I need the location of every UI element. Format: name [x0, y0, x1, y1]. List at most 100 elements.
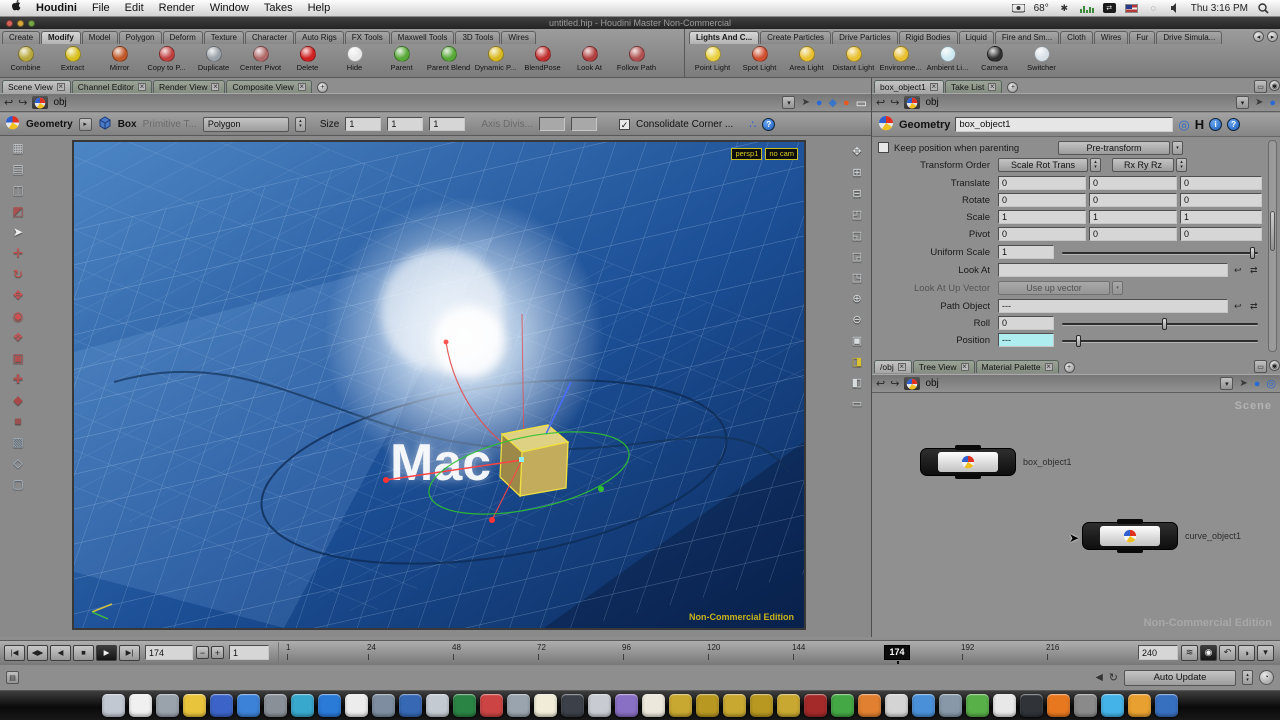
dock-app-icon[interactable] — [318, 694, 341, 717]
viewport-display-icon[interactable]: ⊕ — [848, 289, 866, 308]
shelf-tab[interactable]: Texture — [204, 31, 244, 44]
viewport-tool-icon[interactable]: ◆ — [6, 390, 30, 410]
dock-app-icon[interactable] — [885, 694, 908, 717]
pivot-x-field[interactable]: 0 — [998, 227, 1086, 241]
window-titlebar[interactable]: untitled.hip - Houdini Master Non-Commer… — [0, 17, 1280, 29]
node-body[interactable] — [1100, 526, 1160, 546]
pane-tab[interactable]: Material Palette × — [976, 360, 1059, 373]
translate-y-field[interactable]: 0 — [1089, 176, 1177, 190]
path-text[interactable]: obj — [925, 97, 938, 108]
shelf-tool[interactable]: Combine — [2, 44, 49, 72]
dock-app-icon[interactable] — [939, 694, 962, 717]
dock-app-icon[interactable] — [1128, 694, 1151, 717]
viewport-display-icon[interactable]: ▭ — [848, 394, 866, 413]
path-menu-button[interactable]: ▾ — [782, 96, 795, 109]
rotate-x-field[interactable]: 0 — [998, 193, 1086, 207]
pane-tab[interactable]: Channel Editor × — [72, 80, 152, 93]
frame-step-field[interactable]: 1 — [229, 645, 269, 660]
zoom-window-button[interactable] — [28, 20, 35, 27]
shelf-tool[interactable]: Delete — [284, 44, 331, 72]
viewport-display-icon[interactable]: ✥ — [848, 142, 866, 161]
shelf-tool[interactable]: Center Pivot — [237, 44, 284, 72]
shelf-tab[interactable]: Maxwell Tools — [391, 31, 455, 44]
node-input-connector[interactable] — [955, 445, 981, 450]
dock-app-icon[interactable] — [453, 694, 476, 717]
viewport-display-icon[interactable]: ⊖ — [848, 310, 866, 329]
dock-app-icon[interactable] — [642, 694, 665, 717]
position-field[interactable]: --- — [998, 333, 1054, 347]
viewport-tool-icon[interactable]: ▢ — [6, 474, 30, 494]
dock-app-icon[interactable] — [777, 694, 800, 717]
shelf-tool[interactable]: Point Light — [689, 44, 736, 72]
path-menu-button[interactable]: ▾ — [1236, 96, 1249, 109]
shelf-tool[interactable]: Area Light — [783, 44, 830, 72]
viewport-tool-icon[interactable]: ✛ — [6, 243, 30, 263]
pointer-mode-icon[interactable]: ● — [816, 97, 823, 109]
pre-transform-dropdown[interactable]: Pre-transform — [1058, 141, 1170, 155]
select-node-icon[interactable]: ◎ — [1178, 117, 1189, 133]
no-cam-badge[interactable]: no cam — [765, 148, 798, 160]
rotate-z-field[interactable]: 0 — [1180, 193, 1262, 207]
close-tab-icon[interactable]: × — [961, 363, 969, 371]
close-tab-icon[interactable]: × — [57, 83, 65, 91]
uniform-scale-field[interactable]: 1 — [998, 245, 1054, 259]
shelf-tool[interactable]: Look At — [566, 44, 613, 72]
transport-button[interactable]: ▶| — [119, 645, 140, 661]
dock-app-icon[interactable] — [1155, 694, 1178, 717]
context-menu-button[interactable]: ▸ — [79, 118, 92, 131]
shelf-tool[interactable]: Ambient Li... — [924, 44, 971, 72]
node-body[interactable] — [938, 452, 998, 472]
shelf-tab[interactable]: Lights And C... — [689, 31, 759, 44]
shelf-tool[interactable]: Follow Path — [613, 44, 660, 72]
dock-app-icon[interactable] — [372, 694, 395, 717]
pane-tab[interactable]: /obj × — [874, 360, 912, 373]
menu-houdini[interactable]: Houdini — [36, 2, 77, 14]
param-scrollbar[interactable] — [1268, 140, 1277, 352]
dock-app-icon[interactable] — [399, 694, 422, 717]
pane-tab[interactable]: box_object1 × — [874, 80, 944, 93]
viewport-tool-icon[interactable]: ▤ — [6, 159, 30, 179]
frame-increment-button[interactable]: + — [211, 646, 224, 659]
shelf-tab[interactable]: Auto Rigs — [295, 31, 344, 44]
viewport-scene[interactable]: Mac Mac — [74, 142, 804, 628]
shelf-tool[interactable]: Switcher — [1018, 44, 1065, 72]
pointer-mode-icon[interactable]: ● — [1269, 97, 1276, 109]
clock-text[interactable]: Thu 3:16 PM — [1191, 3, 1248, 14]
frame-decrement-button[interactable]: − — [196, 646, 209, 659]
size-y-field[interactable]: 1 — [387, 117, 423, 131]
node-name-label[interactable]: box_object1 — [1023, 457, 1072, 467]
shelf-scroll-right-button[interactable]: ▸ — [1267, 31, 1278, 42]
help-icon[interactable]: ? — [1227, 118, 1240, 131]
shelf-tab[interactable]: Rigid Bodies — [899, 31, 958, 44]
node-output-connector[interactable] — [955, 474, 981, 479]
playbar-option-button[interactable]: ↶ — [1219, 645, 1236, 661]
viewport-display-icon[interactable]: ◳ — [848, 268, 866, 287]
dock-app-icon[interactable] — [750, 694, 773, 717]
close-tab-icon[interactable]: × — [898, 363, 906, 371]
viewport-display-icon[interactable]: ◱ — [848, 226, 866, 245]
display-icon[interactable] — [1012, 2, 1025, 14]
shelf-tool[interactable]: Dynamic P... — [472, 44, 519, 72]
shelf-tab[interactable]: 3D Tools — [455, 31, 500, 44]
memory-gauge-icon[interactable]: ◔ — [1259, 670, 1274, 685]
battery-icon[interactable]: ◌ — [1147, 2, 1160, 14]
dock-app-icon[interactable] — [480, 694, 503, 717]
pane-menu-button[interactable]: ◉ — [1269, 360, 1280, 371]
scale-x-field[interactable]: 1 — [998, 210, 1086, 224]
shelf-tab[interactable]: Wires — [501, 31, 535, 44]
close-tab-icon[interactable]: × — [1045, 363, 1053, 371]
pin-icon[interactable]: ➤ — [1239, 378, 1247, 389]
pane-tab[interactable]: Render View × — [153, 80, 226, 93]
shelf-tool[interactable]: Duplicate — [190, 44, 237, 72]
pin-icon[interactable]: ➤ — [801, 97, 809, 108]
pivot-y-field[interactable]: 0 — [1089, 227, 1177, 241]
dock-app-icon[interactable] — [534, 694, 557, 717]
shelf-tab[interactable]: Liquid — [959, 31, 994, 44]
shelf-scroll-left-button[interactable]: ◂ — [1253, 31, 1264, 42]
pane-tab[interactable]: Take List × — [945, 80, 1003, 93]
new-pane-tab-button[interactable]: + — [1007, 82, 1018, 93]
temperature-text[interactable]: 68° — [1034, 3, 1049, 14]
path-text[interactable]: obj — [53, 97, 66, 108]
dock-app-icon[interactable] — [345, 694, 368, 717]
dock-app-icon[interactable] — [588, 694, 611, 717]
